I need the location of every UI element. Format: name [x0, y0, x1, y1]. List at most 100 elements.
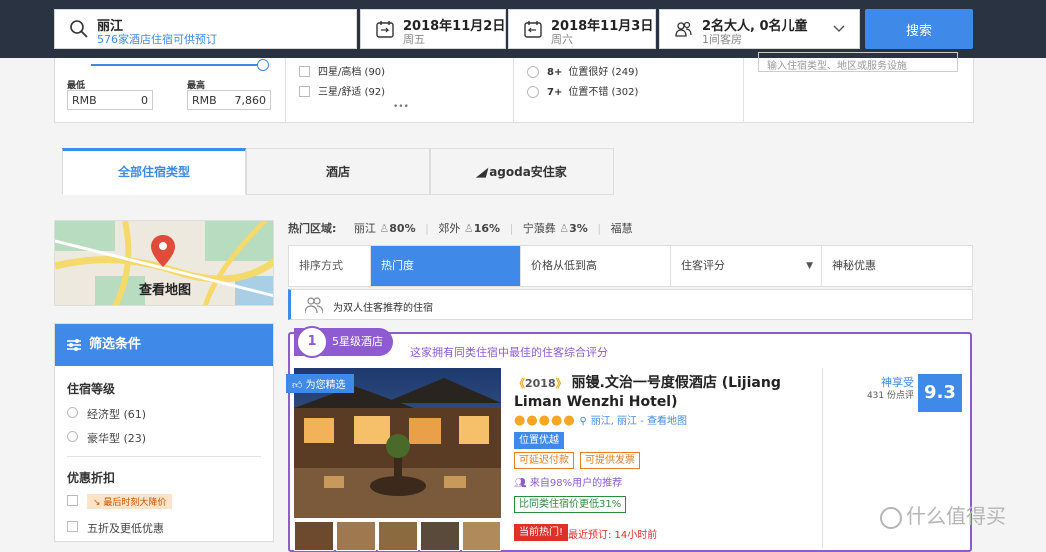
- sort-secret-deals[interactable]: 神秘优惠: [822, 246, 972, 286]
- divider: [513, 58, 514, 123]
- star-rating-icon: ●●●●●: [514, 413, 576, 428]
- users-icon: 👥︎: [514, 478, 527, 489]
- divider: [822, 368, 823, 548]
- tag-icon: ↘: [93, 498, 104, 508]
- location-tag: 位置优越: [514, 432, 564, 449]
- calendar-checkout-icon: [524, 21, 542, 38]
- filter-option-economy[interactable]: 经济型 (61): [55, 406, 273, 422]
- photo-thumbnails: [294, 521, 501, 551]
- last-minute-deal-badge: ↘ 最后时刻大降价: [87, 494, 173, 509]
- photo-thumbnail[interactable]: [462, 521, 501, 551]
- divider: [285, 58, 286, 123]
- guests-field[interactable]: 2名大人, 0名儿童 1间客房: [659, 9, 860, 49]
- divider: |: [425, 222, 429, 235]
- search-button[interactable]: 搜索: [865, 9, 973, 49]
- sort-popularity[interactable]: 热门度: [371, 246, 521, 286]
- keyword-input[interactable]: 输入住宿类型、地区或服务设施: [758, 52, 958, 72]
- hotel-location-link[interactable]: 丽江, 丽江 - 查看地图: [591, 416, 687, 427]
- star-filter-item[interactable]: 三星/舒适 (92): [299, 83, 385, 98]
- filter-option-last-minute[interactable]: ↘ 最后时刻大降价: [55, 494, 273, 512]
- guests-icon: [675, 21, 692, 37]
- checkin-field[interactable]: 2018年11月2日 周五: [360, 9, 506, 49]
- recommend-rate: 👥︎ 来自98%用户的推荐: [514, 478, 623, 489]
- checkout-field[interactable]: 2018年11月3日 周六: [508, 9, 656, 49]
- star-filter-item[interactable]: 四星/高档 (90): [299, 63, 385, 78]
- person-icon: ♙: [559, 222, 570, 235]
- review-score: 9.3: [918, 374, 962, 412]
- filter-panel-title: 筛选条件: [89, 337, 142, 352]
- top-search-bar: 丽江 576家酒店住宿可供预订 2018年11月2日 周五 2018年11月3日…: [0, 0, 1046, 58]
- calendar-checkin-icon: [376, 21, 394, 38]
- price-slider-track[interactable]: [91, 58, 261, 66]
- divider: |: [509, 222, 514, 235]
- review-filter-item[interactable]: 7+ 位置不错 (302): [527, 83, 638, 98]
- sort-label: 排序方式: [289, 246, 371, 286]
- more-options-icon[interactable]: •••: [393, 102, 409, 112]
- hot-areas-bar: 热门区域: 丽江 ♙80% | 郊外 ♙16% | 宁蒗彝 ♙3% | 福慧: [288, 220, 633, 236]
- checkin-day: 周五: [403, 33, 425, 46]
- recommend-bar: 为双人住客推荐的住宿: [288, 289, 973, 320]
- couple-icon: [305, 297, 323, 314]
- recommend-text: 为双人住客推荐的住宿: [333, 303, 433, 314]
- five-star-badge: 1 5星级酒店: [294, 326, 393, 358]
- price-slider-handle[interactable]: [257, 59, 269, 71]
- hotel-card[interactable]: 1 5星级酒店 这家拥有同类住宿中最佳的住客综合评分 👍︎ 为您精选 《2018…: [286, 326, 972, 552]
- filter-strip: 最低 最高 RMB 0 RMB 7,860 四星/高档 (90) 三星/舒适 (…: [54, 52, 974, 123]
- filter-panel: 筛选条件 住宿等级 经济型 (61) 豪华型 (23) 优惠折扣 ↘ 最后时刻大…: [54, 323, 274, 542]
- sort-bar: 排序方式 热门度 价格从低到高 住客评分 ▼ 神秘优惠: [288, 245, 973, 287]
- hot-area-link[interactable]: 宁蒗彝 ♙3%: [523, 222, 588, 235]
- map-preview[interactable]: 查看地图: [54, 220, 274, 306]
- divider: [67, 456, 261, 457]
- hot-now-badge: 当前热门!: [514, 524, 569, 541]
- sort-price-asc[interactable]: 价格从低到高: [521, 246, 671, 286]
- hotel-name[interactable]: 《2018》 丽镘.文治一号度假酒店 (Lijiang Liman Wenzhi…: [514, 374, 810, 412]
- rank-medal-icon: 1: [296, 326, 328, 358]
- chevron-down-icon: ▼: [806, 261, 813, 271]
- sliders-icon: [67, 339, 81, 351]
- filter-option-half-price[interactable]: 五折及更低优惠: [55, 520, 273, 536]
- hot-area-link[interactable]: 郊外 ♙16%: [438, 222, 500, 235]
- destination-count: 576家酒店住宿可供预订: [97, 33, 217, 46]
- search-icon: [70, 20, 88, 38]
- recent-booking: 最近预订: 14小时前: [568, 530, 658, 541]
- destination-field[interactable]: 丽江 576家酒店住宿可供预订: [54, 9, 357, 49]
- divider: |: [597, 222, 602, 235]
- filter-option-luxury[interactable]: 豪华型 (23): [55, 430, 273, 446]
- divider: [743, 58, 744, 123]
- hotel-year: 2018: [525, 377, 556, 390]
- hot-area-link[interactable]: 丽江 ♙80%: [354, 222, 416, 235]
- review-count[interactable]: 431 份点评: [830, 388, 914, 401]
- photo-thumbnail[interactable]: [378, 521, 418, 551]
- hotel-rating-row: ●●●●● ⚲ 丽江, 丽江 - 查看地图: [514, 412, 687, 428]
- person-icon: ♙: [379, 222, 390, 235]
- pay-later-tag: 可延迟付款: [514, 452, 574, 469]
- thumbs-up-icon: 👍︎: [292, 380, 303, 391]
- price-compare-tag: 比同类住宿价更低31%: [514, 496, 627, 513]
- photo-thumbnail[interactable]: [336, 521, 376, 551]
- photo-thumbnail[interactable]: [420, 521, 460, 551]
- rooms-value: 1间客房: [702, 33, 742, 46]
- price-min-input[interactable]: RMB 0: [67, 90, 153, 110]
- star-level-title: 住宿等级: [67, 382, 116, 396]
- watermark: 什么值得买: [880, 500, 1006, 529]
- photo-thumbnail[interactable]: [294, 521, 334, 551]
- price-max-input[interactable]: RMB 7,860: [187, 90, 271, 110]
- picked-for-you-badge: 👍︎ 为您精选: [286, 374, 354, 393]
- tab-hotels[interactable]: 酒店: [246, 148, 430, 195]
- filter-panel-header: 筛选条件: [55, 324, 273, 366]
- watermark-logo-icon: [880, 506, 902, 529]
- deals-title: 优惠折扣: [67, 471, 116, 485]
- tab-agoda-homes[interactable]: ◢agoda安住家: [430, 148, 614, 195]
- invoice-tag: 可提供发票: [580, 452, 640, 469]
- chevron-down-icon: [833, 25, 845, 32]
- map-pin-icon: [151, 235, 175, 267]
- checkout-day: 周六: [551, 33, 573, 46]
- hot-area-link[interactable]: 福慧: [611, 222, 633, 235]
- view-map-label: 查看地图: [138, 283, 191, 298]
- tab-all-types[interactable]: 全部住宿类型: [62, 148, 246, 195]
- sort-guest-rating[interactable]: 住客评分 ▼: [671, 246, 822, 286]
- location-pin-icon: ⚲: [579, 416, 587, 427]
- person-icon: ♙: [463, 222, 474, 235]
- badge-description: 这家拥有同类住宿中最佳的住客综合评分: [410, 346, 608, 359]
- review-filter-item[interactable]: 8+ 位置很好 (249): [527, 63, 638, 78]
